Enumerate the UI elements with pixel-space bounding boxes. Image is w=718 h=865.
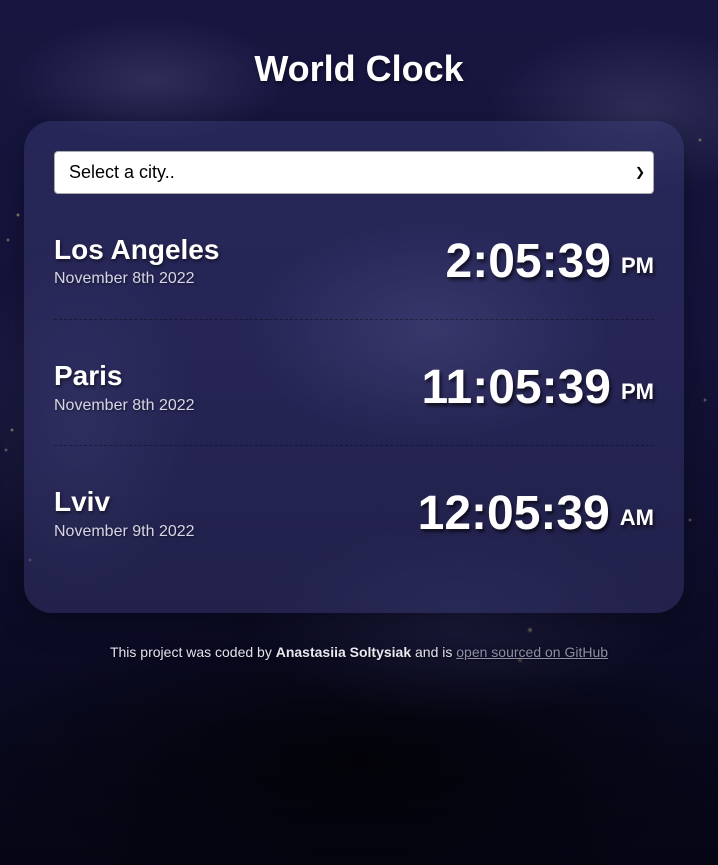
city-name: Los Angeles (54, 234, 220, 265)
time-ampm: AM (619, 505, 654, 530)
clock-card: Select a city.. ❯ Los Angeles November 8… (24, 121, 684, 613)
github-link[interactable]: open sourced on GitHub (456, 644, 608, 660)
page-title: World Clock (254, 48, 464, 89)
city-row-los-angeles: Los Angeles November 8th 2022 2:05:39 PM (54, 194, 654, 320)
city-select-value: Select a city.. (69, 162, 175, 182)
city-date: November 9th 2022 (54, 523, 195, 540)
footer-text-middle: and is (411, 644, 457, 660)
time-digits: 11:05:39 (421, 361, 612, 414)
time-digits: 12:05:39 (417, 487, 610, 540)
footer-author: Anastasiia Soltysiak (275, 644, 412, 660)
city-time: 11:05:39 PM (422, 360, 655, 415)
city-time: 2:05:39 PM (446, 234, 654, 289)
city-name: Paris (54, 360, 123, 391)
footer: This project was coded by Anastasiia Sol… (0, 644, 718, 660)
city-select[interactable]: Select a city.. ❯ (54, 151, 654, 194)
city-date: November 8th 2022 (54, 270, 195, 287)
city-time: 12:05:39 AM (418, 486, 654, 541)
footer-text-before: This project was coded by (109, 644, 276, 660)
city-row-lviv: Lviv November 9th 2022 12:05:39 AM (54, 446, 654, 572)
time-digits: 2:05:39 (445, 235, 611, 288)
time-ampm: PM (621, 379, 654, 404)
city-date: November 8th 2022 (54, 397, 195, 414)
chevron-down-icon: ❯ (634, 165, 645, 179)
city-name: Lviv (54, 486, 111, 517)
city-row-paris: Paris November 8th 2022 11:05:39 PM (54, 320, 654, 446)
time-ampm: PM (621, 253, 654, 278)
